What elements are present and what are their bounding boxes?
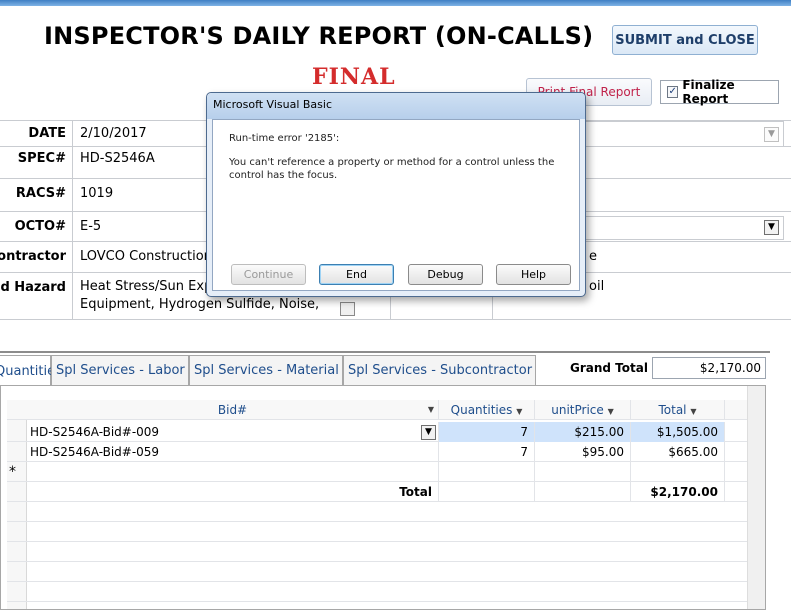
racs-field[interactable]: 1019 xyxy=(74,186,113,201)
table-row[interactable]: HD-S2546A-Bid#-009 ▼ 7 $215.00 $1,505.00 xyxy=(7,422,747,442)
date-label: DATE xyxy=(28,126,66,141)
totals-price-cell xyxy=(535,482,631,502)
right-combo-1[interactable]: ▼ xyxy=(582,121,784,147)
column-header-bid[interactable]: Bid# ▼ xyxy=(27,400,439,420)
unit-price-cell[interactable]: $215.00 xyxy=(535,422,631,442)
vertical-scrollbar[interactable] xyxy=(747,386,765,609)
quantities-datasheet: Bid# ▼ Quantities ▼ unitPrice ▼ Total ▼ H… xyxy=(0,385,766,610)
sort-arrow-icon[interactable]: ▼ xyxy=(608,407,614,416)
chevron-down-icon[interactable]: ▼ xyxy=(764,220,779,235)
tab-spl-services-labor[interactable]: Spl Services - Labor xyxy=(51,355,189,385)
datasheet-header: Bid# ▼ Quantities ▼ unitPrice ▼ Total ▼ xyxy=(7,400,747,420)
hazard-label: Field Hazard xyxy=(0,280,66,295)
new-record-row[interactable]: * xyxy=(7,462,747,482)
help-button[interactable]: Help xyxy=(496,264,571,285)
error-code-text: Run-time error '2185': xyxy=(229,133,340,144)
total-cell[interactable] xyxy=(631,462,725,482)
tab-quantities[interactable]: Quantities xyxy=(0,355,62,386)
debug-button[interactable]: Debug xyxy=(408,264,483,285)
right-combo-2[interactable]: ▼ xyxy=(582,216,784,240)
sort-arrow-icon[interactable]: ▼ xyxy=(516,407,522,416)
quantity-cell[interactable] xyxy=(439,462,535,482)
end-button[interactable]: End xyxy=(319,264,394,285)
hazard-scroll-button[interactable] xyxy=(340,302,355,316)
tab-strip-border xyxy=(0,351,770,353)
octo-field[interactable]: E-5 xyxy=(74,219,101,234)
column-header-unitprice[interactable]: unitPrice ▼ xyxy=(535,400,631,420)
totals-qty-cell xyxy=(439,482,535,502)
bid-cell[interactable] xyxy=(27,462,439,482)
finalize-report-label: Finalize Report xyxy=(682,78,735,106)
final-status-stamp: FINAL xyxy=(312,64,396,90)
empty-row xyxy=(7,522,747,542)
empty-row xyxy=(7,562,747,582)
dialog-title: Microsoft Visual Basic xyxy=(207,93,585,119)
bid-cell[interactable]: HD-S2546A-Bid#-059 xyxy=(27,442,439,462)
continue-button[interactable]: Continue xyxy=(231,264,306,285)
date-field[interactable]: 2/10/2017 xyxy=(74,126,147,141)
empty-row xyxy=(7,542,747,562)
new-record-marker: * xyxy=(9,464,16,480)
vba-error-dialog: Microsoft Visual Basic Run-time error '2… xyxy=(206,92,586,297)
totals-value: $2,170.00 xyxy=(631,482,725,502)
totals-row: Total $2,170.00 xyxy=(7,482,747,502)
right-field-line-2: oil xyxy=(589,279,605,294)
unit-price-cell[interactable] xyxy=(535,462,631,482)
spec-field[interactable]: HD-S2546A xyxy=(74,151,155,166)
octo-label: OCTO# xyxy=(14,219,66,234)
right-field-line-1: e xyxy=(589,249,597,264)
quantity-cell[interactable]: 7 xyxy=(439,422,535,442)
tab-spl-services-subcontractor[interactable]: Spl Services - Subcontractor xyxy=(343,355,536,385)
hazard-field-line-2[interactable]: Equipment, Hydrogen Sulfide, Noise, xyxy=(74,297,336,313)
contractor-label: Contractor xyxy=(0,249,66,264)
dialog-body: Run-time error '2185': You can't referen… xyxy=(212,119,580,291)
sort-arrow-icon[interactable]: ▼ xyxy=(690,407,696,416)
hazard-field-line-1[interactable]: Heat Stress/Sun Exposure, xyxy=(74,279,214,295)
finalize-report-checkbox[interactable]: ✓ Finalize Report xyxy=(660,78,779,106)
contractor-field[interactable]: LOVCO Construction xyxy=(74,249,214,264)
submit-and-close-button[interactable]: SUBMIT and CLOSE xyxy=(612,25,758,55)
column-header-total[interactable]: Total ▼ xyxy=(631,400,725,420)
empty-row xyxy=(7,502,747,522)
grand-total-field[interactable]: $2,170.00 xyxy=(652,357,766,379)
total-cell[interactable]: $665.00 xyxy=(631,442,725,462)
totals-label: Total xyxy=(27,482,439,502)
window-title-strip xyxy=(0,0,791,6)
empty-row xyxy=(7,582,747,602)
chevron-down-icon[interactable]: ▼ xyxy=(421,425,436,440)
checkbox-checked-icon[interactable]: ✓ xyxy=(667,86,679,98)
grand-total-label: Grand Total xyxy=(570,361,648,375)
chevron-down-icon[interactable]: ▼ xyxy=(764,127,779,142)
spec-label: SPEC# xyxy=(17,151,66,166)
bid-cell[interactable]: HD-S2546A-Bid#-009 xyxy=(27,422,439,442)
tab-spl-services-material[interactable]: Spl Services - Material xyxy=(189,355,343,385)
error-message-text: You can't reference a property or method… xyxy=(229,157,555,181)
racs-label: RACS# xyxy=(15,186,66,201)
sort-arrow-icon[interactable]: ▼ xyxy=(428,400,434,420)
unit-price-cell[interactable]: $95.00 xyxy=(535,442,631,462)
column-header-quantities[interactable]: Quantities ▼ xyxy=(439,400,535,420)
total-cell[interactable]: $1,505.00 xyxy=(631,422,725,442)
page-title: INSPECTOR'S DAILY REPORT (ON-CALLS) xyxy=(44,22,594,50)
table-row[interactable]: HD-S2546A-Bid#-059 7 $95.00 $665.00 xyxy=(7,442,747,462)
quantity-cell[interactable]: 7 xyxy=(439,442,535,462)
